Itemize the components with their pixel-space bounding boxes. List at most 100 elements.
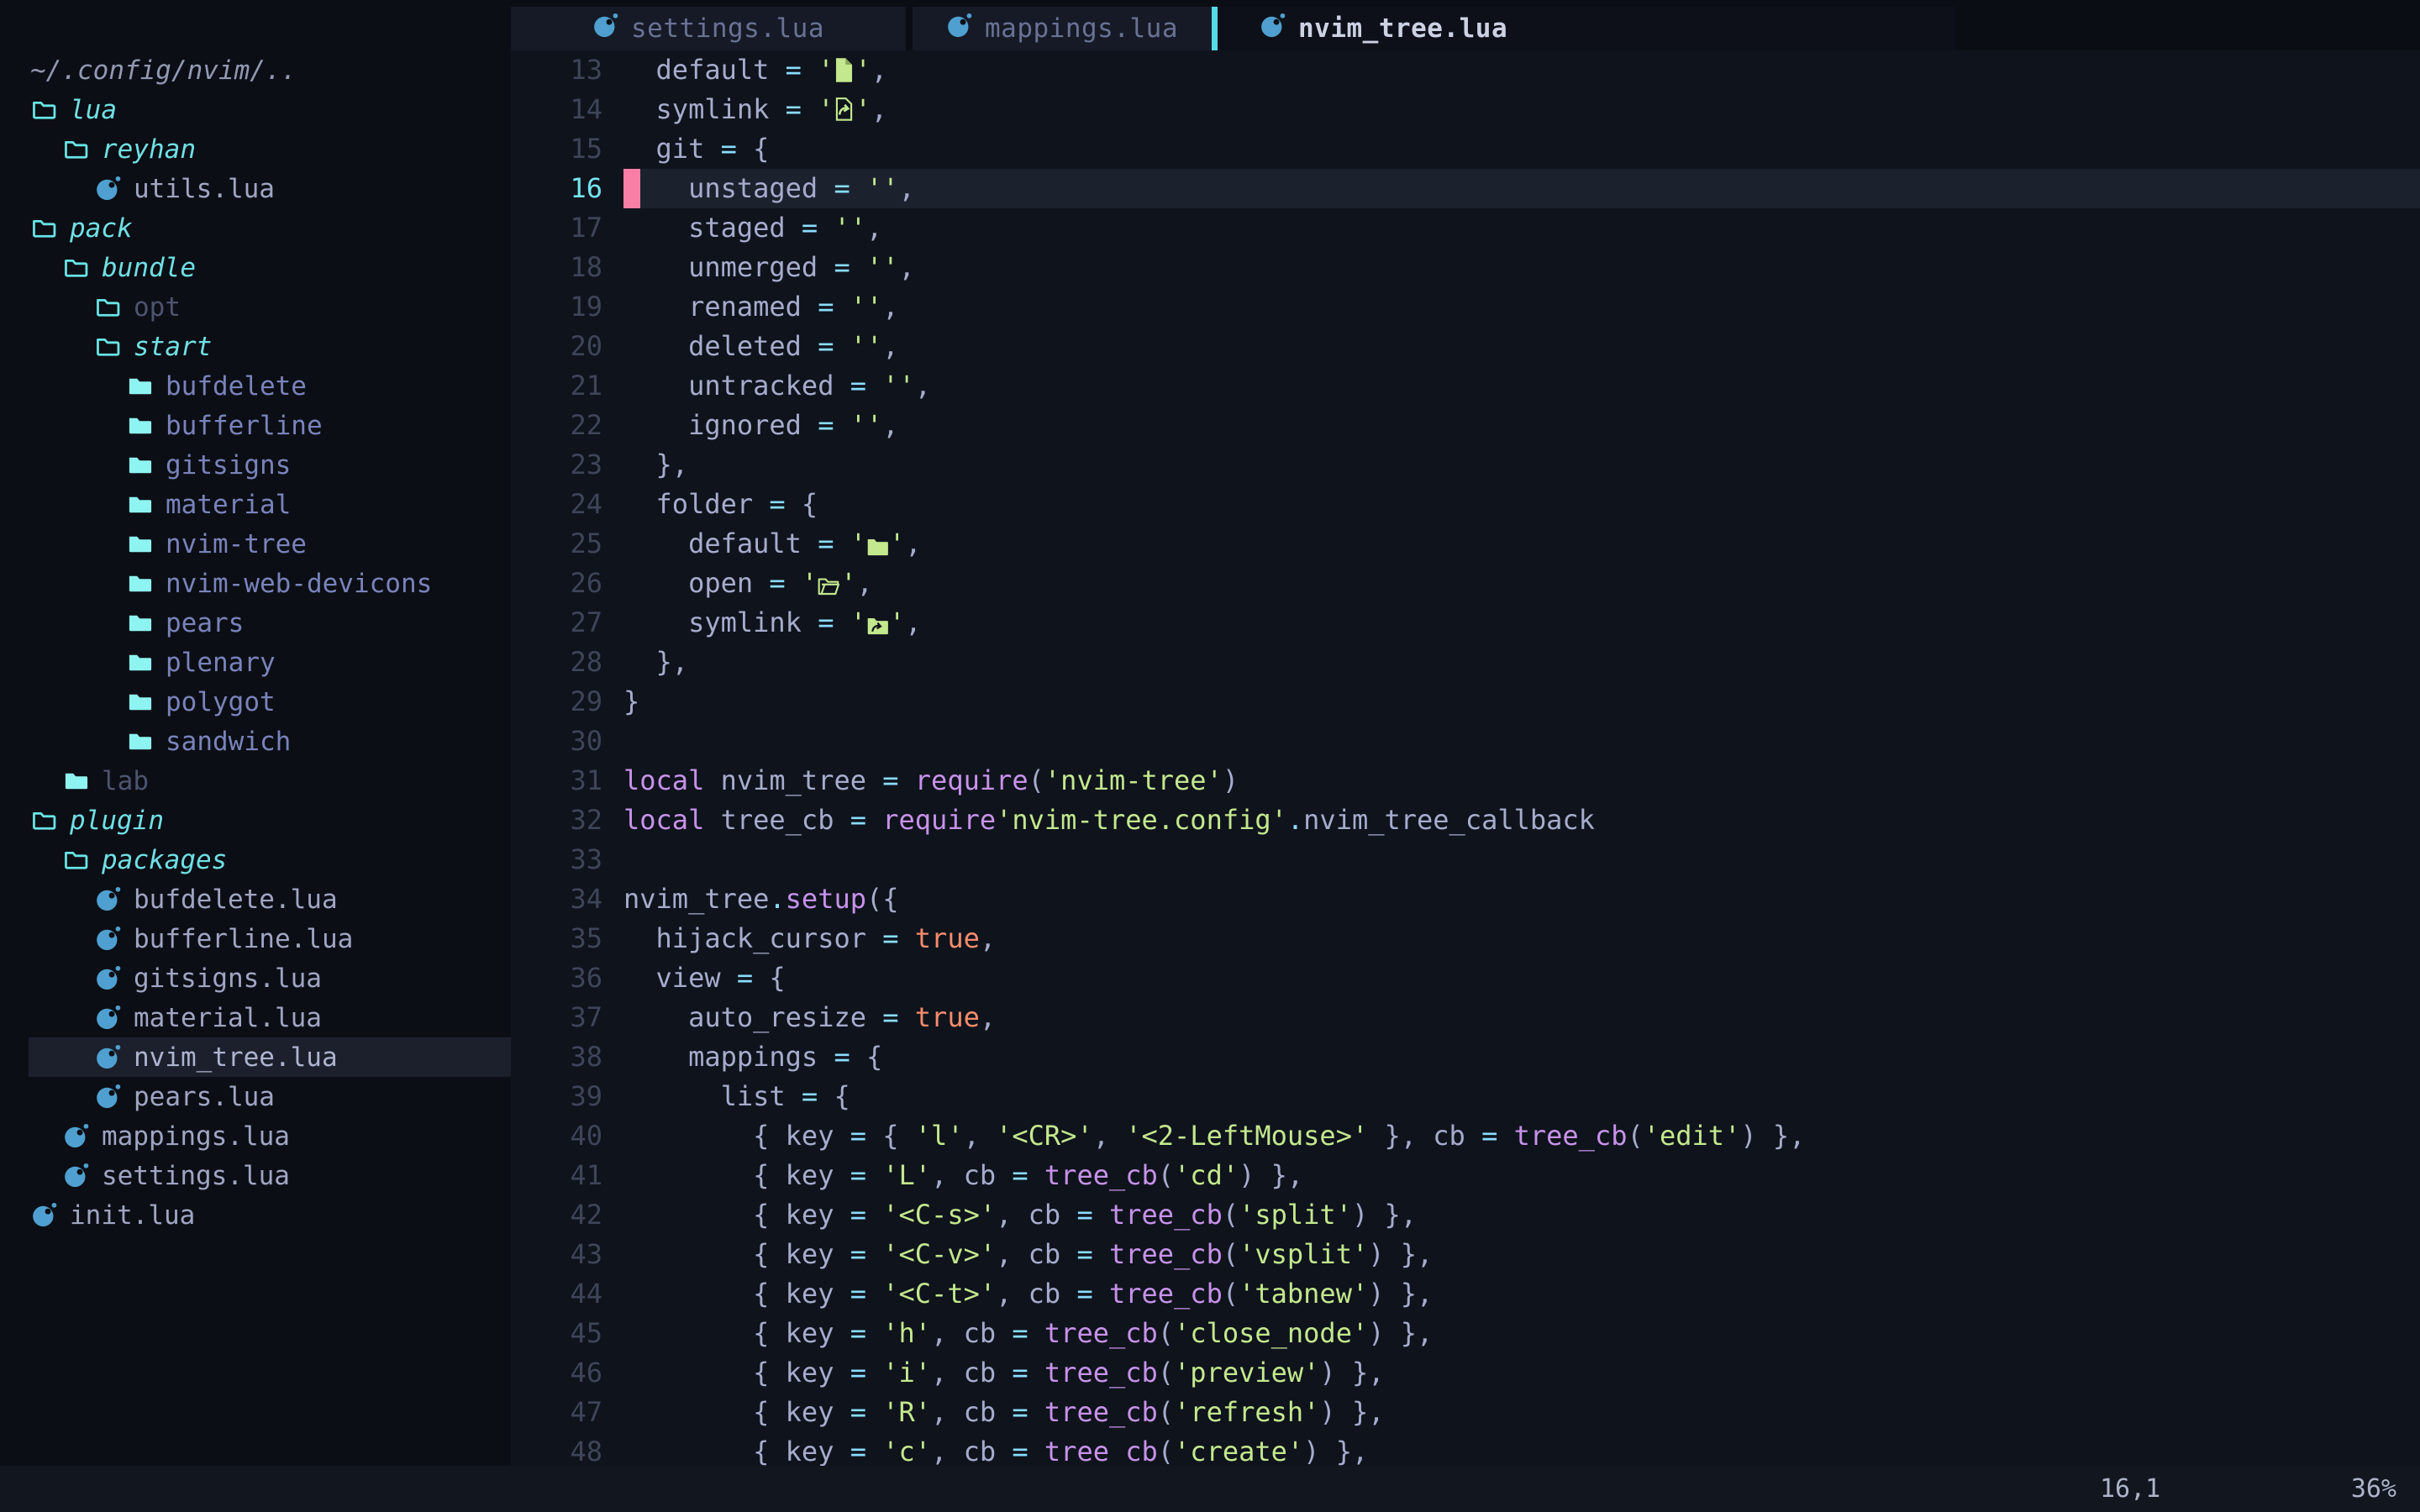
code-line-18[interactable]: 18 unmerged = '', (511, 248, 2420, 287)
token (866, 1317, 882, 1349)
line-text: unstaged = '', (623, 169, 2420, 208)
token: , (882, 409, 898, 441)
token: renamed (623, 291, 818, 323)
tree-item-nvim-web-devicons[interactable]: nvim-web-devicons (0, 564, 511, 603)
code-line-21[interactable]: 21 untracked = '', (511, 366, 2420, 406)
tree-item-nvim-tree[interactable]: nvim-tree (0, 524, 511, 564)
tree-item-settings.lua[interactable]: settings.lua (0, 1156, 511, 1195)
code-line-30[interactable]: 30 (511, 722, 2420, 761)
tree-item-polygot[interactable]: polygot (0, 682, 511, 722)
tab-mappings.lua[interactable]: mappings.lua (913, 7, 1212, 50)
tree-item-label: lab (102, 766, 149, 796)
tree-item-label: bufferline (166, 411, 323, 441)
tab-nvim_tree.lua[interactable]: nvim_tree.lua (1218, 7, 1955, 50)
tree-item-label: bufdelete.lua (134, 885, 338, 915)
code-line-28[interactable]: 28 }, (511, 643, 2420, 682)
code-line-20[interactable]: 20 deleted = '', (511, 327, 2420, 366)
code-line-45[interactable]: 45 { key = 'h', cb = tree_cb('close_node… (511, 1314, 2420, 1353)
token: '<2-LeftMouse>' (1125, 1120, 1368, 1152)
tree-item-pack[interactable]: pack (0, 208, 511, 248)
code-line-43[interactable]: 43 { key = '<C-v>', cb = tree_cb('vsplit… (511, 1235, 2420, 1274)
tree-item-gitsigns[interactable]: gitsigns (0, 445, 511, 485)
tree-item-lua[interactable]: lua (0, 90, 511, 129)
token: ) }, (1368, 1317, 1433, 1349)
code-line-34[interactable]: 34nvim_tree.setup({ (511, 879, 2420, 919)
tree-item-label: settings.lua (102, 1161, 290, 1191)
code-line-22[interactable]: 22 ignored = '', (511, 406, 2420, 445)
code-line-17[interactable]: 17 staged = '', (511, 208, 2420, 248)
code-line-27[interactable]: 27 symlink = '', (511, 603, 2420, 643)
tree-item-start[interactable]: start (0, 327, 511, 366)
code-line-39[interactable]: 39 list = { (511, 1077, 2420, 1116)
code-line-41[interactable]: 41 { key = 'L', cb = tree_cb('cd') }, (511, 1156, 2420, 1195)
token: ( (1223, 1199, 1239, 1231)
code-line-48[interactable]: 48 { key = 'c', cb = tree_cb('create') }… (511, 1432, 2420, 1466)
code-line-33[interactable]: 33 (511, 840, 2420, 879)
tree-item-bufdelete[interactable]: bufdelete (0, 366, 511, 406)
token: = (786, 93, 802, 125)
tree-item-nvim_tree.lua[interactable]: nvim_tree.lua (0, 1037, 511, 1077)
token (850, 172, 866, 204)
code-line-44[interactable]: 44 { key = '<C-t>', cb = tree_cb('tabnew… (511, 1274, 2420, 1314)
token: , (980, 1001, 996, 1033)
tree-item-reyhan[interactable]: reyhan (0, 129, 511, 169)
code-lines: 13 default = '',14 symlink = '',15 git =… (511, 50, 2420, 1466)
token: 'close_node' (1174, 1317, 1368, 1349)
code-line-37[interactable]: 37 auto_resize = true, (511, 998, 2420, 1037)
tree-item-pears.lua[interactable]: pears.lua (0, 1077, 511, 1116)
code-line-24[interactable]: 24 folder = { (511, 485, 2420, 524)
code-line-15[interactable]: 15 git = { (511, 129, 2420, 169)
tree-item-init.lua[interactable]: init.lua (0, 1195, 511, 1235)
code-line-13[interactable]: 13 default = '', (511, 50, 2420, 90)
code-line-29[interactable]: 29} (511, 682, 2420, 722)
tree-item-pears[interactable]: pears (0, 603, 511, 643)
tree-item-lab[interactable]: lab (0, 761, 511, 801)
code-line-42[interactable]: 42 { key = '<C-s>', cb = tree_cb('split'… (511, 1195, 2420, 1235)
folder-outline-icon (30, 215, 57, 242)
tree-item-opt[interactable]: opt (0, 287, 511, 327)
tab-settings.lua[interactable]: settings.lua (511, 7, 906, 50)
tree-item-sandwich[interactable]: sandwich (0, 722, 511, 761)
tree-item-utils.lua[interactable]: utils.lua (0, 169, 511, 208)
code-line-31[interactable]: 31local nvim_tree = require('nvim-tree') (511, 761, 2420, 801)
token: = (818, 330, 834, 362)
line-number: 39 (511, 1077, 623, 1116)
tree-item-label: sandwich (166, 727, 291, 757)
code-editor[interactable]: 13 default = '',14 symlink = '',15 git =… (511, 50, 2420, 1466)
token: . (769, 883, 785, 915)
tree-item-material[interactable]: material (0, 485, 511, 524)
code-line-16[interactable]: 16 unstaged = '', (511, 169, 2420, 208)
code-line-26[interactable]: 26 open = '', (511, 564, 2420, 603)
tree-item-bufferline[interactable]: bufferline (0, 406, 511, 445)
code-line-23[interactable]: 23 }, (511, 445, 2420, 485)
token: { key (623, 1159, 850, 1191)
tree-item-packages[interactable]: packages (0, 840, 511, 879)
code-line-38[interactable]: 38 mappings = { (511, 1037, 2420, 1077)
token: , (905, 528, 921, 559)
token: { key (623, 1278, 850, 1310)
code-line-46[interactable]: 46 { key = 'i', cb = tree_cb('preview') … (511, 1353, 2420, 1393)
code-line-36[interactable]: 36 view = { (511, 958, 2420, 998)
code-line-35[interactable]: 35 hijack_cursor = true, (511, 919, 2420, 958)
code-line-32[interactable]: 32local tree_cb = require'nvim-tree.conf… (511, 801, 2420, 840)
tree-item-label: pack (70, 213, 133, 244)
line-number: 29 (511, 682, 623, 722)
token: = (850, 1199, 866, 1231)
code-line-47[interactable]: 47 { key = 'R', cb = tree_cb('refresh') … (511, 1393, 2420, 1432)
token: ( (1223, 1238, 1239, 1270)
tree-item-mappings.lua[interactable]: mappings.lua (0, 1116, 511, 1156)
tree-item-bufferline.lua[interactable]: bufferline.lua (0, 919, 511, 958)
token: '' (850, 291, 883, 323)
token: . (1287, 804, 1303, 836)
tree-item-bufdelete.lua[interactable]: bufdelete.lua (0, 879, 511, 919)
tree-item-plenary[interactable]: plenary (0, 643, 511, 682)
code-line-40[interactable]: 40 { key = { 'l', '<CR>', '<2-LeftMouse>… (511, 1116, 2420, 1156)
tree-item-bundle[interactable]: bundle (0, 248, 511, 287)
code-line-14[interactable]: 14 symlink = '', (511, 90, 2420, 129)
folder-filled-icon (126, 649, 153, 676)
tree-item-material.lua[interactable]: material.lua (0, 998, 511, 1037)
code-line-25[interactable]: 25 default = '', (511, 524, 2420, 564)
tree-item-plugin[interactable]: plugin (0, 801, 511, 840)
code-line-19[interactable]: 19 renamed = '', (511, 287, 2420, 327)
tree-item-gitsigns.lua[interactable]: gitsigns.lua (0, 958, 511, 998)
